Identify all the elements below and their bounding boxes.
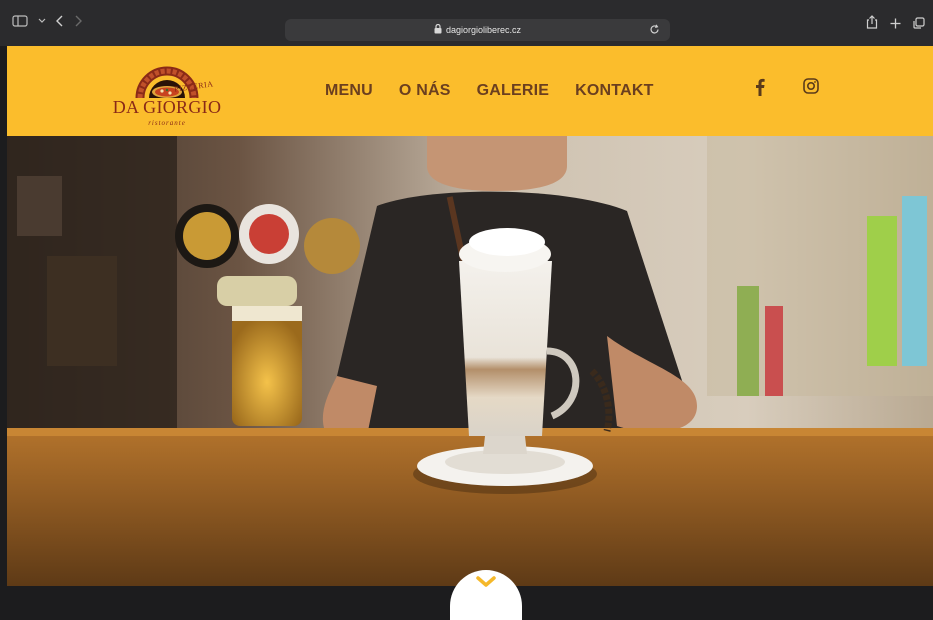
cafe-bar-photo xyxy=(7,136,933,586)
scroll-down-button[interactable] xyxy=(450,570,522,620)
logo-ristorante-text: ristorante xyxy=(148,119,186,127)
lock-icon xyxy=(434,23,442,36)
hero-image xyxy=(7,136,933,586)
pizza-oven-logo-icon xyxy=(135,66,199,99)
facebook-icon[interactable] xyxy=(755,78,765,101)
nav-item-galerie[interactable]: GALERIE xyxy=(477,82,550,100)
instagram-icon[interactable] xyxy=(803,78,819,101)
new-tab-icon[interactable] xyxy=(890,16,901,34)
site-header: PIZZERIA DA GIORGIO ristorante MENU O NÁ… xyxy=(7,46,933,136)
forward-icon[interactable] xyxy=(74,15,82,27)
logo[interactable]: PIZZERIA DA GIORGIO ristorante xyxy=(112,52,222,132)
nav-item-kontakt[interactable]: KONTAKT xyxy=(575,82,653,100)
nav-item-menu[interactable]: MENU xyxy=(325,82,373,100)
browser-toolbar: dagiorgioliberec.cz xyxy=(0,0,933,46)
reload-icon[interactable] xyxy=(649,24,660,37)
chevron-down-icon xyxy=(476,576,496,587)
address-bar[interactable]: dagiorgioliberec.cz xyxy=(285,19,670,41)
back-icon[interactable] xyxy=(56,15,64,27)
main-nav: MENU O NÁS GALERIE KONTAKT xyxy=(325,82,680,100)
url-text: dagiorgioliberec.cz xyxy=(445,25,522,35)
logo-title: DA GIORGIO xyxy=(112,97,222,117)
sidebar-toggle-icon[interactable] xyxy=(12,15,28,27)
chevron-down-icon[interactable] xyxy=(38,18,46,24)
share-icon[interactable] xyxy=(866,15,878,34)
browser-left-controls xyxy=(12,15,82,27)
browser-right-controls xyxy=(866,15,925,34)
social-links xyxy=(755,78,819,101)
tab-overview-icon[interactable] xyxy=(913,16,925,34)
nav-item-o-nas[interactable]: O NÁS xyxy=(399,82,451,100)
